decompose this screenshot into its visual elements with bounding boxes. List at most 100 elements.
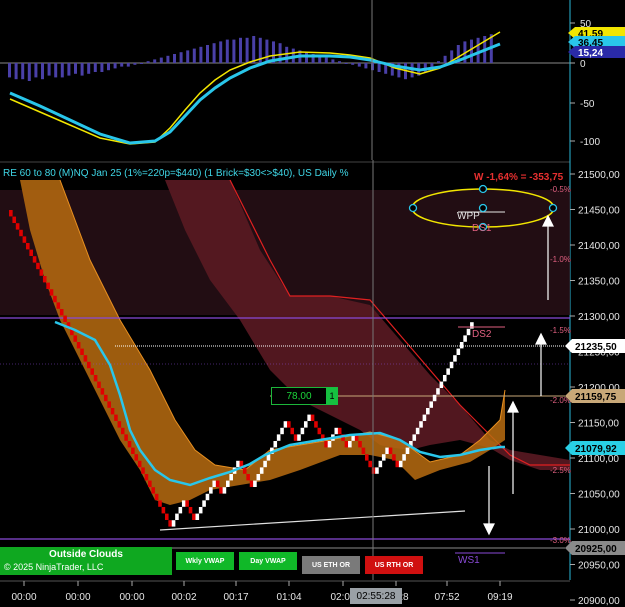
histogram-bar bbox=[470, 39, 473, 63]
renko-brick bbox=[273, 441, 278, 448]
renko-brick bbox=[73, 335, 78, 342]
renko-brick bbox=[307, 414, 311, 421]
oscillator-tick-label: 0 bbox=[580, 59, 586, 70]
renko-brick bbox=[205, 493, 210, 501]
renko-brick bbox=[124, 434, 128, 441]
renko-brick bbox=[314, 421, 318, 428]
ds1-label: DS1 bbox=[472, 223, 492, 234]
renko-brick bbox=[436, 388, 440, 395]
histogram-bar bbox=[338, 61, 341, 63]
histogram-bar bbox=[476, 37, 480, 63]
price-value-tag: 21235,50 bbox=[565, 339, 625, 353]
histogram-bar bbox=[192, 48, 196, 63]
wkly-vwap-button[interactable]: Wkly VWAP bbox=[176, 552, 234, 570]
price-panel[interactable]: -0.5%-1.0%-1.5%-2.0%-2.5%-3.0% bbox=[0, 179, 571, 554]
histogram-bar bbox=[140, 63, 143, 64]
histogram-bar bbox=[146, 61, 150, 63]
histogram-bar bbox=[107, 63, 110, 71]
renko-brick bbox=[419, 421, 423, 428]
histogram-bar bbox=[80, 63, 84, 76]
histogram-bar bbox=[206, 45, 209, 63]
chart-header: RE 60 to 80 (M)NQ Jan 25 (1%=220p=$440) … bbox=[3, 168, 349, 179]
histogram-bar bbox=[331, 59, 335, 63]
histogram-bar bbox=[239, 37, 242, 63]
renko-brick bbox=[453, 355, 457, 362]
renko-brick bbox=[171, 520, 176, 527]
price-tick-label: 21500,00 bbox=[578, 170, 620, 181]
us-rth-or-button[interactable]: US RTH OR bbox=[365, 556, 423, 574]
price-tick-label: 21350,00 bbox=[578, 277, 620, 288]
renko-brick bbox=[395, 460, 400, 468]
renko-brick bbox=[300, 427, 305, 435]
renko-brick bbox=[76, 342, 81, 349]
value-step-button[interactable]: 1 bbox=[326, 387, 338, 405]
histogram-bar bbox=[173, 54, 176, 63]
svg-text:21235,50: 21235,50 bbox=[575, 342, 617, 353]
outside-clouds-button[interactable]: Outside Clouds © 2025 NinjaTrader, LLC bbox=[0, 547, 172, 575]
handle-right[interactable] bbox=[548, 203, 558, 213]
renko-brick bbox=[392, 454, 396, 461]
histogram-bar bbox=[27, 63, 31, 81]
handle-top[interactable] bbox=[478, 184, 488, 194]
histogram-bar bbox=[133, 63, 137, 65]
time-tick-label: 01:04 bbox=[276, 592, 301, 603]
histogram-bar bbox=[74, 63, 77, 74]
renko-brick bbox=[192, 513, 196, 520]
renko-brick bbox=[110, 408, 115, 415]
renko-brick bbox=[97, 381, 101, 388]
oscillator-panel[interactable] bbox=[0, 0, 570, 160]
renko-brick bbox=[364, 454, 369, 461]
renko-brick bbox=[9, 210, 13, 217]
handle-center[interactable] bbox=[478, 203, 488, 213]
histogram-bar bbox=[47, 63, 51, 76]
histogram-bar bbox=[377, 63, 381, 72]
day-vwap-button[interactable]: Day VWAP bbox=[239, 552, 297, 570]
renko-brick bbox=[158, 500, 162, 507]
handle-left[interactable] bbox=[408, 203, 418, 213]
renko-brick bbox=[80, 348, 84, 355]
histogram-bar bbox=[179, 52, 183, 63]
renko-brick bbox=[29, 249, 33, 256]
value-input-box[interactable]: 78,00 bbox=[271, 387, 327, 405]
price-tick-label: 21450,00 bbox=[578, 206, 620, 217]
renko-brick bbox=[388, 447, 393, 454]
price-tick-label: 21000,00 bbox=[578, 525, 620, 536]
renko-brick bbox=[46, 282, 50, 289]
renko-brick bbox=[103, 394, 108, 402]
renko-brick bbox=[39, 269, 44, 276]
histogram-bar bbox=[34, 63, 38, 78]
renko-brick bbox=[107, 401, 111, 408]
renko-brick bbox=[283, 421, 288, 428]
svg-text:21159,75: 21159,75 bbox=[575, 392, 617, 403]
renko-brick bbox=[368, 460, 372, 468]
oscillator-tick-label: -50 bbox=[580, 99, 595, 110]
renko-brick bbox=[249, 480, 254, 487]
renko-brick bbox=[154, 493, 159, 501]
renko-brick bbox=[151, 487, 156, 494]
histogram-bar bbox=[245, 37, 249, 63]
renko-brick bbox=[134, 454, 139, 461]
renko-brick bbox=[127, 441, 132, 448]
histogram-bar bbox=[113, 63, 117, 69]
price-tick-label: 20900,00 bbox=[578, 596, 620, 607]
renko-brick bbox=[63, 315, 67, 322]
trading-chart[interactable]: -0.5%-1.0%-1.5%-2.0%-2.5%-3.0% 500-50-10… bbox=[0, 0, 625, 607]
histogram-bar bbox=[351, 63, 355, 65]
histogram-bar bbox=[14, 63, 18, 80]
renko-brick bbox=[120, 427, 125, 435]
histogram-bar bbox=[8, 63, 11, 78]
renko-brick bbox=[212, 480, 217, 487]
renko-brick bbox=[429, 401, 433, 408]
renko-brick bbox=[422, 414, 427, 421]
histogram-bar bbox=[41, 63, 44, 80]
us-eth-or-button[interactable]: US ETH OR bbox=[302, 556, 360, 574]
renko-brick bbox=[466, 328, 471, 336]
renko-brick bbox=[470, 322, 474, 329]
time-axis[interactable]: 00:0000:0000:0000:0200:1701:0402:0305:28… bbox=[0, 580, 570, 603]
renko-brick bbox=[144, 474, 149, 481]
renko-brick bbox=[175, 513, 179, 520]
histogram-bar bbox=[357, 63, 361, 67]
renko-brick bbox=[202, 500, 206, 507]
percent-label: -1.0% bbox=[550, 255, 571, 264]
renko-brick bbox=[168, 520, 172, 527]
